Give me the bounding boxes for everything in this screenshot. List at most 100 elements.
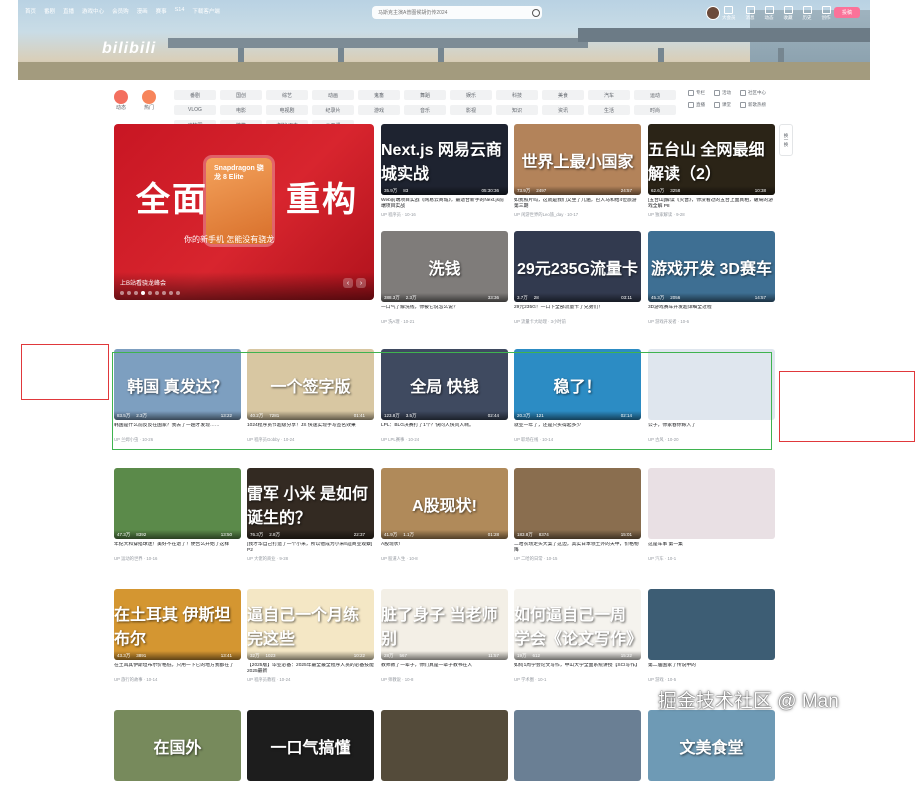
video-title[interactable]: 这是车事 第一集: [648, 542, 775, 554]
channel-tag[interactable]: 综艺: [266, 90, 308, 100]
chevron-right-icon[interactable]: ›: [356, 278, 366, 288]
video-card[interactable]: 逼自己一个月练完这些 32万 1023 10:22 【2025版】毕业必备：2025年最…: [247, 589, 374, 683]
video-author[interactable]: UP 流量卡大助理 · 3小时前: [514, 319, 641, 325]
video-author[interactable]: UP 大佬的商业 · 9-28: [247, 556, 374, 562]
video-thumbnail[interactable]: 183.8万 8374 15:01: [514, 468, 641, 539]
video-title[interactable]: 一口气了解洗钱，你被它说怎么说？: [381, 305, 508, 317]
bilibili-logo[interactable]: bilibili: [102, 40, 156, 58]
nav-game-center[interactable]: 游戏中心: [82, 7, 104, 15]
video-title[interactable]: 二哈农场走头大案了这边，其实日本领土外的天中，价格物降: [514, 542, 641, 554]
carousel-dot[interactable]: [127, 291, 131, 295]
video-author[interactable]: UP 旅行的故事 · 10-14: [114, 677, 241, 683]
channel-tag[interactable]: 时尚: [634, 105, 676, 115]
channel-tag[interactable]: 游戏: [358, 105, 400, 115]
video-thumbnail[interactable]: 文美食堂: [648, 710, 775, 781]
carousel-dot[interactable]: [169, 291, 173, 295]
video-thumbnail[interactable]: 在国外: [114, 710, 241, 781]
video-thumbnail[interactable]: 洗钱 388.3万 2.3万 33:36: [381, 231, 508, 302]
video-card[interactable]: A股现状! 41.9万 1.1万 01:28 A股现状! UP 股道人生 · 10-8: [381, 468, 508, 562]
video-title[interactable]: [514, 784, 641, 796]
link-community[interactable]: 社区中心: [740, 90, 766, 96]
video-card[interactable]: 这是车事 第一集 UP 汽车 · 10-1: [648, 468, 775, 562]
video-thumbnail[interactable]: A股现状! 41.9万 1.1万 01:28: [381, 468, 508, 539]
video-title[interactable]: [我才华自己打造了一个小米，所以他成为小米吗][商业观察] P2: [247, 542, 374, 554]
carousel-caption[interactable]: 上B站看骁龙峰会: [120, 278, 166, 287]
video-thumbnail[interactable]: 在土耳其 伊斯坦布尔 43.3万 3891 13:41: [114, 589, 241, 660]
channel-tag[interactable]: 国创: [220, 90, 262, 100]
channel-tag[interactable]: 音乐: [404, 105, 446, 115]
video-card[interactable]: 五台山 全网最细解读（2） 62.6万 3258 10:38 [五台山]解读《灭晋》，你…: [648, 124, 775, 218]
video-card[interactable]: 洗钱 388.3万 2.3万 33:36 一口气了解洗钱，你被它说怎么说？ UP 洗A理 …: [381, 231, 508, 325]
video-thumbnail[interactable]: Next.js 网易云商城实战 35.9万 83 05:30:36: [381, 124, 508, 195]
carousel-dot[interactable]: [162, 291, 166, 295]
link-live[interactable]: 直播: [688, 102, 714, 108]
channel-tag[interactable]: 纪录片: [312, 105, 354, 115]
video-title[interactable]: 【2025版】毕业必备：2025年最全最全程序人员的必备技能 2025最新: [247, 663, 374, 675]
video-title[interactable]: [114, 784, 241, 796]
channel-tag[interactable]: 舞蹈: [404, 90, 446, 100]
channel-tag[interactable]: 生活: [588, 105, 630, 115]
video-author[interactable]: UP 股道人生 · 10-8: [381, 556, 508, 562]
channel-tag[interactable]: 资讯: [542, 105, 584, 115]
nav-s14[interactable]: S14: [175, 7, 185, 15]
tool-creator[interactable]: 创作: [821, 6, 831, 21]
video-title[interactable]: 教师教了一辈子，你们真是一辈子教书在人: [381, 663, 508, 675]
video-thumbnail[interactable]: 五台山 全网最细解读（2） 62.6万 3258 10:38: [648, 124, 775, 195]
video-author[interactable]: UP 闲游世界的Leo旅_day · 10-17: [514, 212, 641, 218]
channel-tag[interactable]: 影视: [450, 105, 492, 115]
video-card[interactable]: [514, 710, 641, 798]
video-author[interactable]: UP 独家解读 · 9-28: [648, 212, 775, 218]
search-icon[interactable]: [532, 8, 540, 17]
video-thumbnail[interactable]: 游戏开发 3D赛车 45.3万 2056 14:57: [648, 231, 775, 302]
video-card[interactable]: 一口气搞懂: [247, 710, 374, 798]
video-author[interactable]: UP 汽车 · 10-1: [648, 556, 775, 562]
channel-tag[interactable]: 动画: [312, 90, 354, 100]
video-card[interactable]: 游戏开发 3D赛车 45.3万 2056 14:57 3D游戏赛车开发超详细全过程 UP …: [648, 231, 775, 325]
video-card[interactable]: 文美食堂: [648, 710, 775, 798]
video-title[interactable]: 29元235G！一口下全部流量卡了兄弟们！: [514, 305, 641, 317]
nav-anime[interactable]: 番剧: [44, 7, 55, 15]
chevron-left-icon[interactable]: ‹: [343, 278, 353, 288]
search-input[interactable]: [372, 8, 530, 17]
refresh-button[interactable]: 换一换: [779, 124, 793, 156]
video-card[interactable]: 如何逼自己一周学会《论文写作》 19万 612 15:22 如何1周学会论文写作，中山大…: [514, 589, 641, 683]
link-class[interactable]: 课堂: [714, 102, 740, 108]
video-card[interactable]: 在国外: [114, 710, 241, 798]
tool-messages[interactable]: 消息: [745, 6, 755, 21]
channel-tag[interactable]: 娱乐: [450, 90, 492, 100]
video-card[interactable]: 世界上最小国家 73.9万 2497 24:57 如我照片吗，这就是我们又坐了几遍，巴人…: [514, 124, 641, 218]
tool-dynamics[interactable]: 动态: [764, 6, 774, 21]
video-card[interactable]: 47.3万 8392 13:50 年纪大和穿搭球迷！美好不在退了！便告么开始了这样 UP…: [114, 468, 241, 562]
video-card[interactable]: 雷军 小米 是如何诞生的？ 76.3万 2.8万 22:37 [我才华自己打造了一个小米…: [247, 468, 374, 562]
video-title[interactable]: 如何1周学会论文写作，中山大学全面系统讲授【SCI写作】: [514, 663, 641, 675]
nav-esports[interactable]: 赛事: [156, 7, 167, 15]
tool-history[interactable]: 历史: [802, 6, 812, 21]
video-thumbnail[interactable]: 逼自己一个月练完这些 32万 1023 10:22: [247, 589, 374, 660]
video-title[interactable]: [247, 784, 374, 796]
link-activity[interactable]: 活动: [714, 90, 740, 96]
video-title[interactable]: 年纪大和穿搭球迷！美好不在退了！便告么开始了这样: [114, 542, 241, 554]
nav-download[interactable]: 下载客户端: [192, 7, 220, 15]
nav-mall[interactable]: 会员购: [112, 7, 129, 15]
link-column[interactable]: 专栏: [688, 90, 714, 96]
carousel-dot[interactable]: [141, 291, 145, 295]
carousel-dot[interactable]: [155, 291, 159, 295]
carousel-dot[interactable]: [134, 291, 138, 295]
video-title[interactable]: Web前端项目实战《网易云商城》，最适合新手的Next.js前端项目实战: [381, 198, 508, 210]
search-bar[interactable]: [372, 6, 542, 19]
video-thumbnail[interactable]: [648, 468, 775, 539]
video-card[interactable]: 183.8万 8374 15:01 二哈农场走头大案了这边，其实日本领土外的天中，价格…: [514, 468, 641, 562]
video-author[interactable]: UP 学术圈 · 10-1: [514, 677, 641, 683]
channel-tag[interactable]: 美食: [542, 90, 584, 100]
carousel[interactable]: Snapdragon 骁龙 8 Elite 全面 重构 你的新手机 怎能没有骁龙 …: [114, 124, 374, 300]
video-author[interactable]: UP 洗A理 · 10-21: [381, 319, 508, 325]
video-thumbnail[interactable]: 29元235G流量卡 3.7万 28 03:11: [514, 231, 641, 302]
video-author[interactable]: UP 游戏 · 10-5: [648, 677, 775, 683]
video-card[interactable]: 第二届国家了传说中的 UP 游戏 · 10-5: [648, 589, 775, 683]
video-title[interactable]: [381, 784, 508, 796]
video-thumbnail[interactable]: 雷军 小米 是如何诞生的？ 76.3万 2.8万 22:37: [247, 468, 374, 539]
channel-tag[interactable]: 运动: [634, 90, 676, 100]
carousel-dot[interactable]: [148, 291, 152, 295]
video-author[interactable]: UP 程序员教程 · 10-24: [247, 677, 374, 683]
upload-button[interactable]: 投稿: [834, 7, 860, 18]
